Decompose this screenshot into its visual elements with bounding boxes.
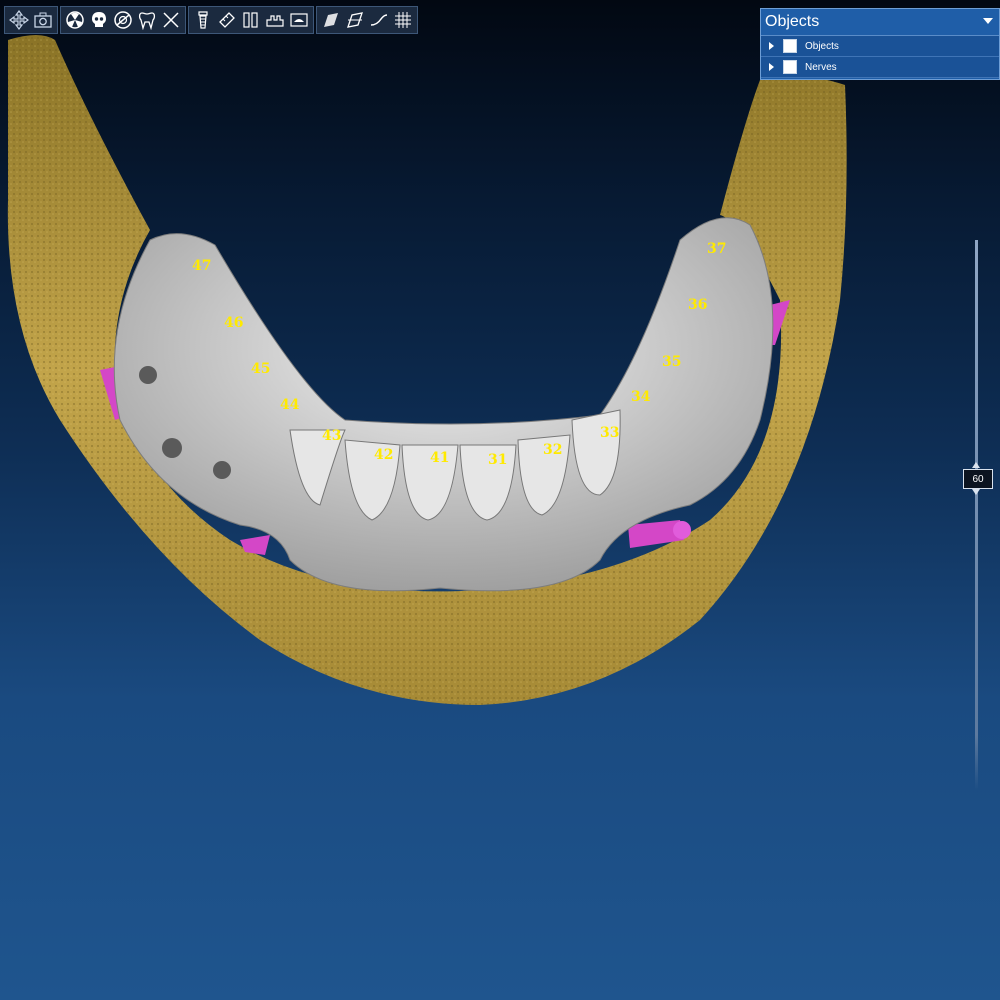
tooth-label-47: 47 (192, 258, 211, 274)
toolbar-group-display (60, 6, 186, 34)
slider-track[interactable] (975, 240, 978, 790)
scan-icon (290, 13, 308, 27)
skull-button[interactable] (87, 8, 111, 32)
implant-icon (198, 11, 208, 29)
expand-arrow-icon[interactable] (769, 63, 774, 71)
chevron-down-icon[interactable] (983, 18, 993, 24)
plane-icon (324, 13, 338, 27)
zoom-slider[interactable]: 60 (960, 240, 994, 790)
cut-plane-button[interactable] (343, 8, 367, 32)
screenshot-button[interactable] (31, 8, 55, 32)
tooth-label-46: 46 (224, 315, 243, 331)
tooth-label-42: 42 (374, 447, 393, 463)
objects-visibility-checkbox[interactable] (783, 39, 797, 53)
bone-button[interactable] (263, 8, 287, 32)
objects-row-nerves[interactable]: Nerves (761, 57, 999, 78)
no-view-icon (114, 11, 132, 29)
objects-panel-title: Objects (765, 13, 820, 30)
tooth-label-35: 35 (662, 354, 681, 370)
mandible-3d-model[interactable]: 47 46 45 44 43 42 41 31 32 33 34 35 36 3… (0, 0, 1000, 1000)
skull-icon (92, 12, 106, 27)
toolbar-group-view (4, 6, 58, 34)
objects-row-label: Objects (805, 40, 839, 52)
slider-value: 60 (972, 473, 984, 485)
grid-button[interactable] (391, 8, 415, 32)
tooth-label-34: 34 (631, 389, 651, 405)
bone-icon (266, 15, 284, 27)
tooth-label-44: 44 (280, 397, 300, 413)
toolbar (4, 6, 418, 34)
abutment-button[interactable] (239, 8, 263, 32)
objects-row-objects[interactable]: Objects (761, 36, 999, 57)
radiation-icon (66, 11, 84, 29)
cut-plane-icon (347, 12, 363, 28)
measure-button[interactable] (215, 8, 239, 32)
nerves-row-label: Nerves (805, 61, 837, 73)
tooth-label-37: 37 (707, 241, 726, 257)
cross-icon (163, 12, 179, 28)
move-icon (9, 10, 29, 30)
no-view-button[interactable] (111, 8, 135, 32)
curve-icon (370, 14, 388, 26)
tooth-button[interactable] (135, 8, 159, 32)
ruler-icon (219, 12, 235, 28)
grid-icon (395, 12, 411, 28)
nerves-visibility-checkbox[interactable] (783, 60, 797, 74)
tooth-label-43: 43 (322, 428, 341, 444)
radiation-button[interactable] (63, 8, 87, 32)
tooth-label-45: 45 (251, 361, 270, 377)
scan-button[interactable] (287, 8, 311, 32)
move-button[interactable] (7, 8, 31, 32)
objects-panel: Objects Objects Nerves (760, 8, 1000, 80)
tooth-label-36: 36 (688, 297, 707, 313)
objects-panel-header[interactable]: Objects (761, 9, 999, 36)
3d-viewport[interactable]: 47 46 45 44 43 42 41 31 32 33 34 35 36 3… (0, 0, 1000, 1000)
tooth-label-41: 41 (430, 450, 449, 466)
plane-button[interactable] (319, 8, 343, 32)
slider-thumb[interactable]: 60 (963, 469, 993, 489)
delete-button[interactable] (159, 8, 183, 32)
slider-down-arrow-icon (972, 489, 980, 495)
tooth-label-32: 32 (543, 442, 562, 458)
expand-arrow-icon[interactable] (769, 42, 774, 50)
toolbar-group-planning (188, 6, 314, 34)
tooth-icon (138, 12, 156, 30)
tooth-label-31: 31 (488, 452, 507, 468)
toolbar-group-sections (316, 6, 418, 34)
abutment-icon (243, 12, 258, 28)
implant-button[interactable] (191, 8, 215, 32)
curve-button[interactable] (367, 8, 391, 32)
camera-icon (34, 12, 52, 28)
tooth-label-33: 33 (600, 425, 619, 441)
slider-up-arrow-icon (972, 462, 980, 468)
